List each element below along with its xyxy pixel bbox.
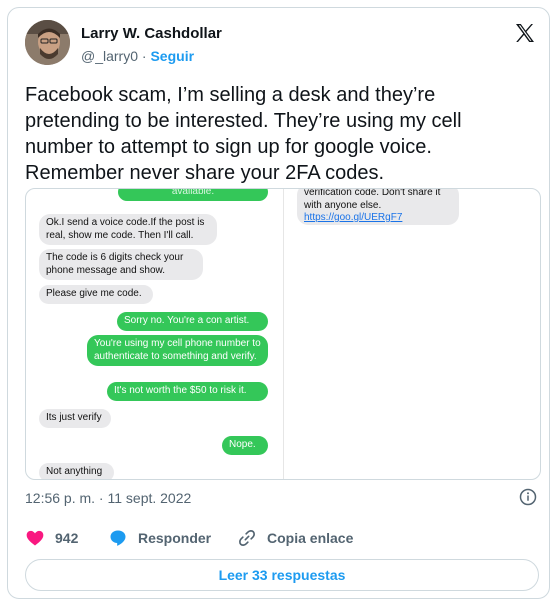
reply-label: Responder (138, 530, 212, 546)
avatar[interactable] (25, 20, 70, 65)
follow-button[interactable]: Seguir (150, 48, 194, 64)
message-bubble: available. (118, 189, 268, 201)
heart-icon (26, 530, 44, 546)
copy-link-button[interactable]: Copia enlace (237, 528, 353, 548)
tweet-card: Larry W. Cashdollar @_larry0 · Seguir Fa… (7, 7, 550, 599)
read-replies-label: Leer 33 respuestas (218, 567, 346, 583)
tweet-timestamp[interactable]: 12:56 p. m. · 11 sept. 2022 (25, 490, 191, 506)
link-icon (239, 530, 255, 546)
message-bubble: Not anything (39, 463, 114, 479)
author-handle[interactable]: @_larry0 (81, 48, 138, 64)
like-button[interactable]: 942 (25, 528, 78, 548)
message-link[interactable]: https://goo.gl/UERgF7 (304, 212, 402, 223)
message-bubble: You're using my cell phone number to aut… (87, 335, 268, 366)
tweet-media[interactable]: available. Ok.I send a voice code.If the… (25, 188, 541, 480)
message-bubble: Please give me code. (39, 285, 153, 304)
tweet-text: Facebook scam, I’m selling a desk and th… (25, 84, 462, 184)
message-bubble: The code is 6 digits check your phone me… (39, 249, 203, 280)
message-bubble: Its just verify (39, 409, 111, 428)
verification-text: verification code. Don't share it with a… (304, 188, 441, 211)
like-count: 942 (55, 530, 79, 546)
read-replies-button[interactable]: Leer 33 respuestas (25, 559, 539, 591)
reply-button[interactable]: Responder (108, 528, 211, 548)
message-bubble: Nope. (222, 436, 268, 455)
message-bubble: It's not worth the $50 to risk it. (107, 382, 268, 401)
reply-bubble-icon (110, 530, 126, 546)
tweet-actions: 942 Responder Copia enlace (25, 528, 535, 550)
message-bubble: Sorry no. You're a con artist. (117, 312, 268, 331)
left-screenshot-panel: available. Ok.I send a voice code.If the… (26, 189, 283, 479)
right-screenshot-panel: verification code. Don't share it with a… (284, 189, 540, 479)
message-bubble: Ok.I send a voice code.If the post is re… (39, 214, 217, 245)
x-logo-icon[interactable] (513, 21, 537, 45)
info-icon[interactable] (519, 488, 537, 506)
author-name[interactable]: Larry W. Cashdollar (81, 25, 222, 42)
separator: · (141, 48, 147, 64)
author-handle-row: @_larry0 · Seguir (81, 48, 194, 64)
copy-link-label: Copia enlace (267, 530, 354, 546)
message-bubble: verification code. Don't share it with a… (297, 188, 459, 225)
